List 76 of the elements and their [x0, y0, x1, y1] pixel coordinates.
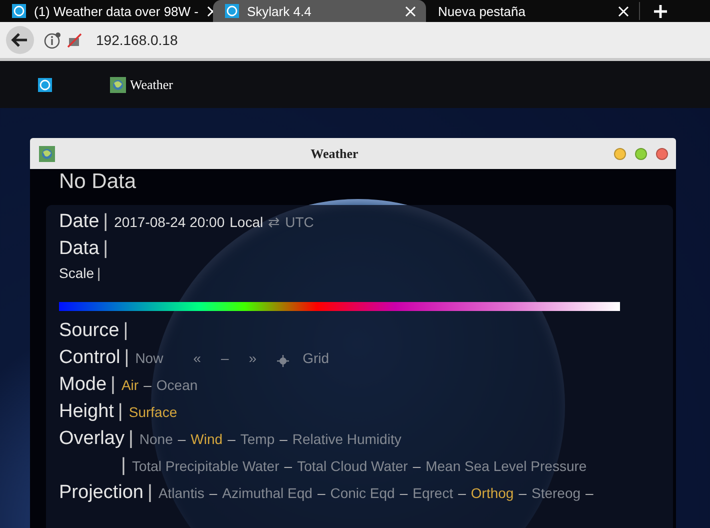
- option-link[interactable]: Orthog: [470, 485, 514, 501]
- divider-mark: |: [121, 455, 126, 477]
- row-label: Source: [59, 320, 120, 342]
- weather-app-icon: [39, 146, 55, 162]
- option-link[interactable]: Total Precipitable Water: [132, 458, 280, 474]
- row-label: Data: [59, 238, 100, 260]
- option-link[interactable]: Total Cloud Water: [297, 458, 408, 474]
- option-link[interactable]: UTC: [285, 214, 314, 230]
- option-link[interactable]: »: [248, 350, 257, 366]
- dash-separator: –: [228, 431, 236, 447]
- tab-favicon-icon: [12, 4, 26, 18]
- dash-separator: –: [400, 485, 408, 501]
- option-link[interactable]: Wind: [190, 431, 223, 447]
- dash-separator: –: [317, 485, 326, 501]
- app-link[interactable]: Weather: [130, 76, 173, 92]
- divider-mark: |: [128, 428, 134, 450]
- option-link[interactable]: Air: [121, 377, 139, 393]
- divider-mark: |: [148, 482, 152, 504]
- info-icon[interactable]: [44, 32, 61, 48]
- option-link[interactable]: Surface: [128, 404, 178, 420]
- blocked-icon[interactable]: [67, 32, 82, 48]
- row-label: Height: [59, 401, 114, 423]
- option-link[interactable]: Now: [135, 350, 164, 366]
- option-link[interactable]: Mean Sea Level Pressure: [426, 458, 587, 474]
- dash-separator: –: [518, 485, 526, 501]
- window-title: Weather: [310, 146, 360, 162]
- close-icon[interactable]: [618, 6, 629, 16]
- option-link[interactable]: –: [221, 350, 229, 366]
- option-link[interactable]: «: [193, 350, 201, 366]
- weather-app-icon[interactable]: [110, 76, 126, 92]
- option-link[interactable]: Relative Humidity: [292, 431, 402, 447]
- maximize-button[interactable]: [635, 148, 647, 160]
- option-link[interactable]: Conic Eqd: [330, 485, 395, 501]
- home-icon[interactable]: [38, 78, 52, 92]
- option-link[interactable]: None: [139, 431, 173, 447]
- divider-mark: |: [103, 238, 108, 260]
- row-label: Scale: [59, 265, 94, 281]
- row-label: Control: [59, 347, 120, 369]
- divider-mark: |: [123, 320, 128, 342]
- tab-favicon-icon: [225, 4, 239, 18]
- close-icon[interactable]: [405, 6, 416, 16]
- dash-separator: –: [209, 485, 218, 501]
- option-link[interactable]: Stereog: [532, 485, 581, 501]
- address-field[interactable]: 192.168.0.18: [96, 32, 178, 48]
- dash-separator: –: [586, 485, 594, 501]
- divider-mark: |: [124, 347, 130, 369]
- browser-tab[interactable]: Skylark 4.4: [213, 0, 426, 22]
- dash-separator: –: [178, 431, 186, 447]
- divider-mark: |: [97, 265, 101, 281]
- option-link[interactable]: Atlantis: [158, 485, 204, 501]
- option-link[interactable]: Temp: [240, 431, 275, 447]
- option-link[interactable]: Azimuthal Eqd: [222, 485, 312, 501]
- option-link[interactable]: Eqrect: [412, 485, 454, 501]
- crosshair-icon[interactable]: [276, 354, 289, 366]
- dash-separator: –: [144, 377, 152, 393]
- divider-mark: |: [118, 401, 123, 423]
- dash-separator: –: [280, 431, 288, 447]
- divider-mark: |: [110, 374, 116, 396]
- close-button[interactable]: [656, 148, 668, 160]
- status-heading: No Data: [58, 169, 138, 195]
- dash-separator: –: [458, 485, 466, 501]
- option-link[interactable]: Grid: [302, 350, 330, 366]
- dash-separator: –: [284, 458, 292, 474]
- row-label: Projection: [59, 482, 144, 504]
- browser-tab[interactable]: Nueva pestaña: [426, 0, 639, 22]
- divider-mark: |: [103, 211, 108, 233]
- option-link[interactable]: Ocean: [156, 377, 198, 393]
- row-label: Overlay: [59, 428, 124, 450]
- back-button[interactable]: [6, 26, 34, 54]
- new-tab-icon[interactable]: [654, 4, 667, 18]
- dash-separator: –: [412, 458, 421, 474]
- value-text: 2017-08-24 20:00: [114, 214, 225, 230]
- row-label: Mode: [59, 374, 107, 396]
- row-label: Date: [59, 211, 100, 233]
- value-text: Local: [230, 214, 264, 230]
- option-link[interactable]: ⇄: [268, 214, 280, 230]
